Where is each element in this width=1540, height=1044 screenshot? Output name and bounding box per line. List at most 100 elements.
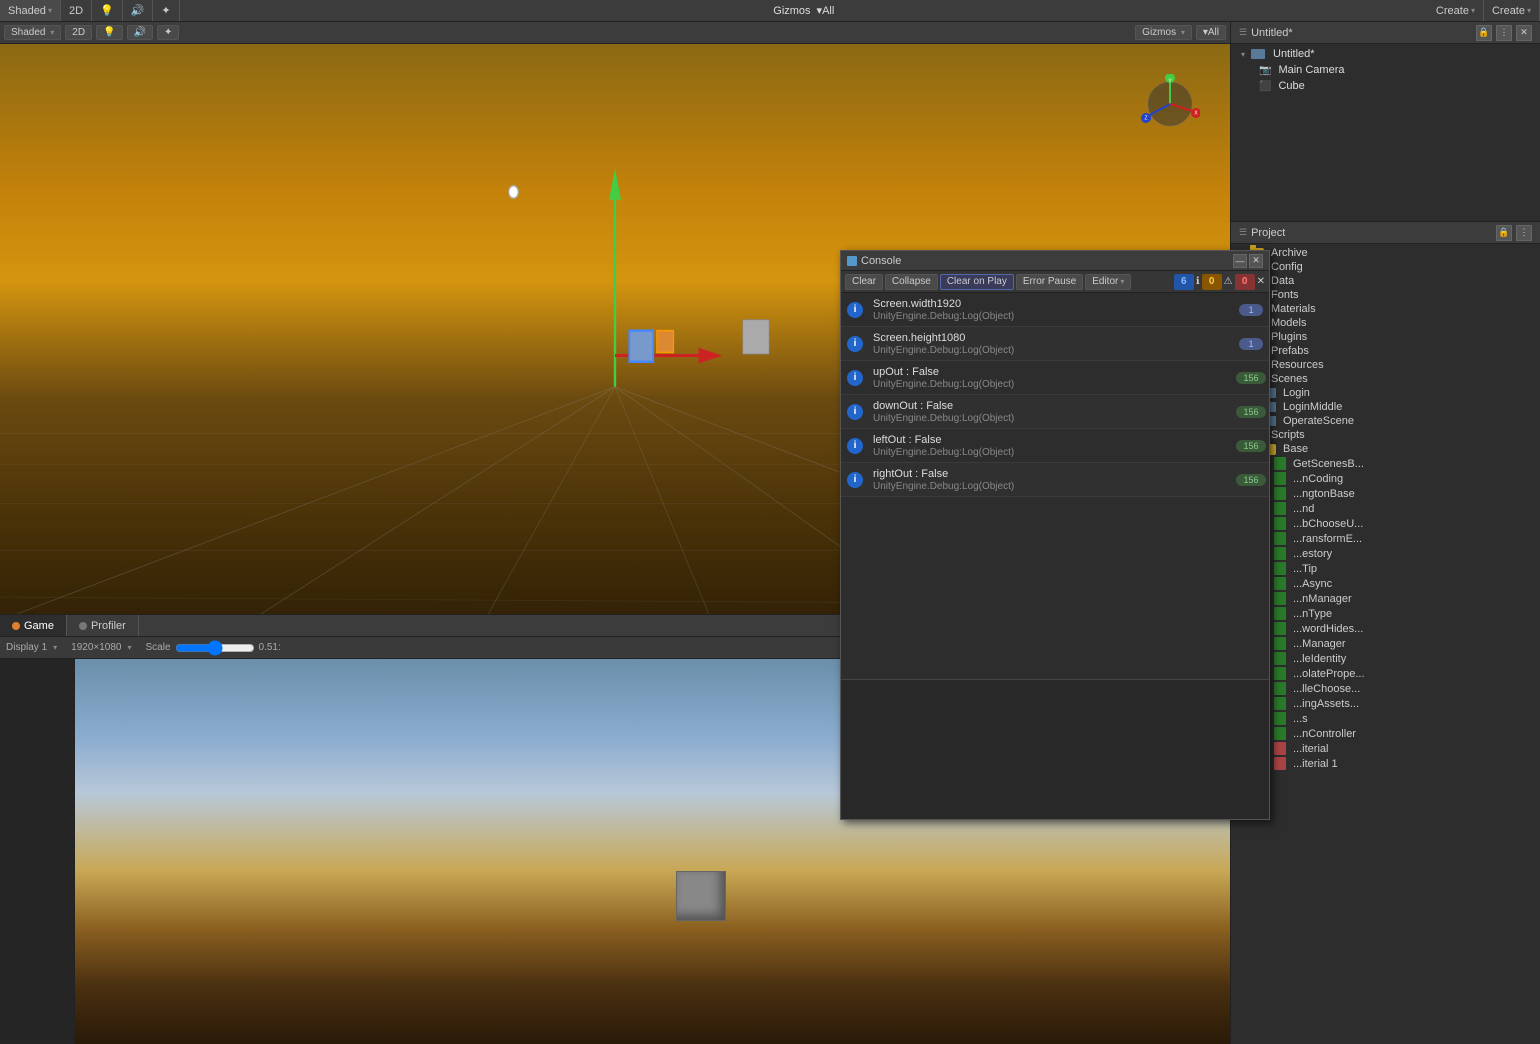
- project-tree-item[interactable]: ...lleChoose...: [1231, 681, 1540, 696]
- scale-slider[interactable]: [175, 642, 255, 654]
- project-tree-item[interactable]: ▸Fonts: [1231, 288, 1540, 302]
- log-entry[interactable]: irightOut : FalseUnityEngine.Debug:Log(O…: [841, 463, 1269, 497]
- info-icon: ℹ: [1196, 276, 1200, 287]
- tree-item-label: ...ransformE...: [1293, 533, 1362, 545]
- shading-dropdown[interactable]: Shaded ▾: [0, 0, 61, 21]
- main-camera-label: Main Camera: [1278, 64, 1344, 76]
- project-tree-item[interactable]: ▾Base: [1231, 442, 1540, 456]
- project-tree-item[interactable]: ...Manager: [1231, 636, 1540, 651]
- resolution-dropdown-arrow[interactable]: ▾: [128, 643, 132, 652]
- effects-button[interactable]: ✦: [153, 0, 179, 21]
- project-tree-item[interactable]: ...Async: [1231, 576, 1540, 591]
- project-tree-item[interactable]: ▸Models: [1231, 316, 1540, 330]
- lighting-scene-btn[interactable]: 💡: [96, 25, 122, 40]
- hierarchy-title-area: ☰ Untitled*: [1239, 27, 1293, 39]
- project-tree-item[interactable]: ...estory: [1231, 546, 1540, 561]
- gizmos-scene-btn[interactable]: Gizmos ▾: [1135, 25, 1192, 40]
- hierarchy-lock-btn[interactable]: 🔒: [1476, 25, 1492, 41]
- log-count-badge: 1: [1239, 304, 1263, 316]
- project-tree-item[interactable]: ...nController: [1231, 726, 1540, 741]
- project-tree-item[interactable]: OperateScene: [1231, 414, 1540, 428]
- project-tree-item[interactable]: ...wordHides...: [1231, 621, 1540, 636]
- project-tree-item[interactable]: ▸Data: [1231, 274, 1540, 288]
- project-tree-item[interactable]: ▸Archive: [1231, 246, 1540, 260]
- console-titlebar[interactable]: Console — ✕: [841, 251, 1269, 271]
- create-right-arrow: ▾: [1527, 6, 1531, 15]
- 2d-scene-btn[interactable]: 2D: [65, 25, 92, 40]
- project-tree-item[interactable]: ▾Scenes: [1231, 372, 1540, 386]
- project-tree-item[interactable]: ...leIdentity: [1231, 651, 1540, 666]
- hierarchy-cube[interactable]: ⬛ Cube: [1231, 78, 1540, 94]
- log-text-col: downOut : FalseUnityEngine.Debug:Log(Obj…: [869, 395, 1233, 428]
- project-lock-btn[interactable]: 🔒: [1496, 225, 1512, 241]
- project-tree-item[interactable]: ...nManager: [1231, 591, 1540, 606]
- project-title: Project: [1251, 227, 1285, 239]
- scene-toolbar: Shaded ▾ 2D 💡 🔊 ✦ Gizmos ▾ ▾All: [0, 22, 1230, 44]
- log-entry[interactable]: iupOut : FalseUnityEngine.Debug:Log(Obje…: [841, 361, 1269, 395]
- project-tree-item[interactable]: ▸Plugins: [1231, 330, 1540, 344]
- display-dropdown-arrow[interactable]: ▾: [53, 643, 57, 652]
- info-badge[interactable]: 6: [1174, 274, 1194, 290]
- top-toolbar: Shaded ▾ 2D 💡 🔊 ✦ Gizmos ▾All Create ▾ C…: [0, 0, 1540, 22]
- tab-game[interactable]: Game: [0, 615, 67, 636]
- tree-item-label: ...olatePrope...: [1293, 668, 1365, 680]
- project-tree-item[interactable]: GetScenesB...: [1231, 456, 1540, 471]
- light-button[interactable]: 💡: [92, 0, 123, 21]
- log-sub-text: UnityEngine.Debug:Log(Object): [873, 311, 1229, 322]
- console-detail[interactable]: [841, 679, 1269, 819]
- tab-profiler[interactable]: Profiler: [67, 615, 139, 636]
- tree-item-label: Fonts: [1271, 289, 1299, 301]
- project-tree-item[interactable]: ...ngtonBase: [1231, 486, 1540, 501]
- hierarchy-main-camera[interactable]: 📷 Main Camera: [1231, 62, 1540, 78]
- all-dropdown[interactable]: ▾All: [817, 4, 835, 17]
- project-tree-item[interactable]: LoginMiddle: [1231, 400, 1540, 414]
- project-tree-item[interactable]: Login: [1231, 386, 1540, 400]
- project-tree-item[interactable]: ...nCoding: [1231, 471, 1540, 486]
- project-tree-item[interactable]: ...nd: [1231, 501, 1540, 516]
- project-tree-item[interactable]: ...ingAssets...: [1231, 696, 1540, 711]
- audio-scene-btn[interactable]: 🔊: [127, 25, 153, 40]
- create-right-button[interactable]: Create ▾: [1484, 0, 1540, 21]
- hierarchy-scene-root[interactable]: ▾ Untitled*: [1231, 46, 1540, 62]
- console-editor-btn[interactable]: Editor ▾: [1085, 274, 1131, 290]
- project-menu-btn[interactable]: ⋮: [1516, 225, 1532, 241]
- console-clear-on-play-btn[interactable]: Clear on Play: [940, 274, 1014, 290]
- console-collapse-btn[interactable]: Collapse: [885, 274, 938, 290]
- project-tree-item[interactable]: ...s: [1231, 711, 1540, 726]
- console-clear-btn[interactable]: Clear: [845, 274, 883, 290]
- project-tree-item[interactable]: ...bChooseU...: [1231, 516, 1540, 531]
- tree-item-label: ...nd: [1293, 503, 1314, 515]
- 2d-button[interactable]: 2D: [61, 0, 92, 21]
- hierarchy-menu-btn[interactable]: ⋮: [1496, 25, 1512, 41]
- project-tree-item[interactable]: ...iterial 1: [1231, 756, 1540, 771]
- hierarchy-close-btn[interactable]: ✕: [1516, 25, 1532, 41]
- create-left-button[interactable]: Create ▾: [1428, 0, 1484, 21]
- fx-scene-btn[interactable]: ✦: [157, 25, 179, 40]
- tree-item-label: Resources: [1271, 359, 1324, 371]
- log-entry[interactable]: iScreen.height1080UnityEngine.Debug:Log(…: [841, 327, 1269, 361]
- log-entry[interactable]: idownOut : FalseUnityEngine.Debug:Log(Ob…: [841, 395, 1269, 429]
- project-tree-item[interactable]: ...Tip: [1231, 561, 1540, 576]
- project-tree-item[interactable]: ...olatePrope...: [1231, 666, 1540, 681]
- all-scene-btn[interactable]: ▾All: [1196, 25, 1226, 40]
- console-minimize-btn[interactable]: —: [1233, 254, 1247, 268]
- project-tree-item[interactable]: ▸Resources: [1231, 358, 1540, 372]
- console-close-btn[interactable]: ✕: [1249, 254, 1263, 268]
- project-tree-item[interactable]: ▸Materials: [1231, 302, 1540, 316]
- log-entry[interactable]: ileftOut : FalseUnityEngine.Debug:Log(Ob…: [841, 429, 1269, 463]
- log-entry[interactable]: iScreen.width1920UnityEngine.Debug:Log(O…: [841, 293, 1269, 327]
- error-badge[interactable]: 0: [1235, 274, 1255, 290]
- project-tree-item[interactable]: ...nType: [1231, 606, 1540, 621]
- console-error-pause-btn[interactable]: Error Pause: [1016, 274, 1083, 290]
- project-tree-item[interactable]: ▾Scripts: [1231, 428, 1540, 442]
- project-tree-item[interactable]: ...iterial: [1231, 741, 1540, 756]
- shading-dropdown-scene[interactable]: Shaded ▾: [4, 25, 61, 40]
- warn-badge[interactable]: 0: [1202, 274, 1222, 290]
- sound-button[interactable]: 🔊: [123, 0, 154, 21]
- tree-item-label: ...lleChoose...: [1293, 683, 1360, 695]
- project-tree-item[interactable]: ▸Config: [1231, 260, 1540, 274]
- tree-item-label: Data: [1271, 275, 1294, 287]
- scene-fold-icon: ▾: [1239, 50, 1247, 58]
- project-tree-item[interactable]: ...ransformE...: [1231, 531, 1540, 546]
- project-tree-item[interactable]: ▸Prefabs: [1231, 344, 1540, 358]
